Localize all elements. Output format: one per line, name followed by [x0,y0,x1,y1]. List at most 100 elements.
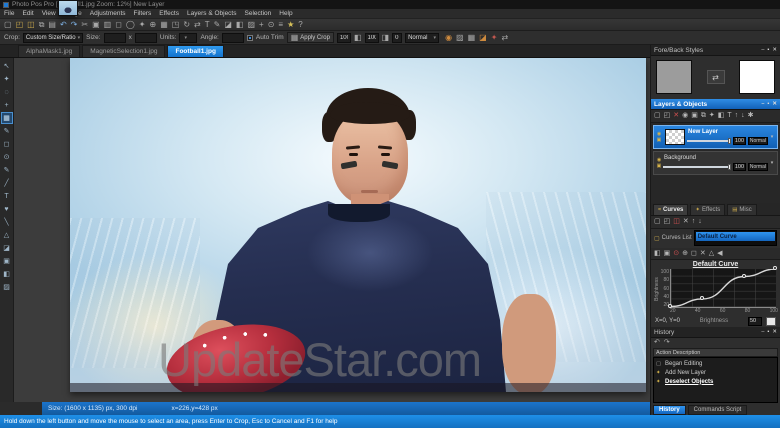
layer-settings-icon[interactable]: ✱ [748,112,754,120]
rotate-icon[interactable]: ↻ [183,20,190,29]
background-color-swatch[interactable] [739,60,775,94]
tab-misc[interactable]: ▤ Misc [727,204,757,215]
opacity-input-1[interactable] [336,32,351,43]
layer-blend-select[interactable]: Normal [747,137,768,145]
layer-opacity-slider[interactable] [663,164,731,170]
tab-effects[interactable]: ✦ Effects [690,204,726,215]
move-icon[interactable]: ⊕ [150,20,157,29]
duplicate-layer-icon[interactable]: ▣ [691,112,698,120]
history-item[interactable]: ✦ Add New Layer [656,368,775,377]
units-select[interactable]: ▾ [179,32,198,43]
layer-text-icon[interactable]: T [727,112,731,120]
save-all-icon[interactable]: ⧉ [39,20,45,29]
curves-list-item-selected[interactable]: Default Curve [695,232,775,242]
layer-options-button[interactable]: ▾ [768,134,776,140]
eraser-icon[interactable]: ◪ [224,20,232,29]
layer-options-button[interactable]: ▾ [768,160,776,166]
apply-crop-button[interactable]: ▦ Apply Crop [286,32,334,43]
layer-thumbnail[interactable] [665,129,685,145]
eraser-tool-icon[interactable]: ◪ [1,242,13,254]
line-tool-icon[interactable]: ╲ [1,216,13,228]
picker-icon[interactable]: ⊙ [673,250,679,258]
pencil-tool-icon[interactable]: ╱ [1,177,13,189]
layer-opacity-value[interactable] [732,137,746,145]
menu-item[interactable]: Selection [245,10,272,17]
opacity-icon[interactable]: ◧ [354,33,362,42]
lasso-tool-icon[interactable]: ◌ [1,86,13,98]
menu-item[interactable]: View [42,10,56,17]
eyedropper-tool-icon[interactable]: ✎ [1,125,13,137]
canvas-area[interactable]: UpdateStar.com [14,58,650,402]
delete-layer-icon[interactable]: ✕ [673,112,679,120]
panel-minimize-icon[interactable]: – [761,101,764,107]
panel-pin-icon[interactable]: ▪ [767,329,769,335]
fill-opacity-icon[interactable]: ◨ [382,33,390,42]
new-curve-icon[interactable]: ▢ [654,218,661,226]
magic-wand-icon[interactable]: ✦ [139,20,146,29]
panel-pin-icon[interactable]: ▪ [767,101,769,107]
gradient-icon[interactable]: ▨ [247,20,255,29]
crop-icon[interactable]: ▦ [160,20,168,29]
transform-icon[interactable]: ⇄ [501,33,508,42]
curve-plot[interactable] [668,266,777,308]
text-icon[interactable]: T [205,20,210,29]
zoom-icon[interactable]: ⊙ [268,20,275,29]
glow-icon[interactable]: ✦ [491,33,498,42]
show-layer-icon[interactable]: ◉ [682,112,688,120]
layer-row-new-layer[interactable]: ◉ ▣ New Layer Normal ▾ [653,125,778,149]
color-picker-icon[interactable]: + [259,20,264,29]
curve-point[interactable] [699,296,704,301]
history-redo-icon[interactable]: ↷ [664,339,670,347]
curve-point[interactable] [668,303,672,308]
panel-close-icon[interactable]: ✕ [772,47,777,53]
tab-commands-script[interactable]: Commands Script [687,405,748,415]
document-tab-football[interactable]: Football1.jpg [167,45,224,57]
polygon-tool-icon[interactable]: △ [1,229,13,241]
layer-mask-icon[interactable]: ◧ [718,112,725,120]
print-icon[interactable]: ▤ [48,20,56,29]
crop-preset-select[interactable]: Custom Size/Ratio ▾ [22,32,84,43]
stamp-icon[interactable]: ◉ [445,33,452,42]
texture-icon[interactable]: ▦ [468,33,476,42]
merge-layers-icon[interactable]: ⧉ [701,112,706,120]
magic-wand-tool-icon[interactable]: ✦ [1,73,13,85]
load-curve-icon[interactable]: ◰ [664,218,671,226]
add-point-icon[interactable]: ⊕ [682,250,688,258]
shapes-tool-icon[interactable]: ♥ [1,203,13,215]
size-height-input[interactable] [134,32,157,43]
move-layer-up-icon[interactable]: ↑ [735,112,739,120]
zoom-tool-icon[interactable]: ⊙ [1,151,13,163]
tab-curves[interactable]: ≈ Curves [653,204,689,215]
layer-row-background[interactable]: ◉ ▣ Background Normal ▾ [58,0,778,175]
layer-thumbnail[interactable] [58,0,78,16]
layer-opacity-value[interactable] [732,163,746,171]
curve-value-input[interactable] [748,316,762,326]
blend-mode-select[interactable]: Normal ▾ [405,32,440,43]
panel-minimize-icon[interactable]: – [761,47,764,53]
history-item[interactable]: ▢ Began Editing [656,359,775,368]
move-layer-down-icon[interactable]: ↓ [741,112,745,120]
layer-lock-icon[interactable]: ▣ [657,137,662,143]
paste-icon[interactable]: ▥ [104,20,112,29]
photo-football-player[interactable]: UpdateStar.com [70,58,646,392]
layer-lock-icon[interactable]: ▣ [657,163,662,169]
new-layer-icon[interactable]: ▢ [654,112,661,120]
curves-list[interactable]: Default Curve [693,230,777,247]
tab-history[interactable]: History [653,405,686,415]
undo-icon[interactable]: ↶ [60,20,67,29]
invert-icon[interactable]: ◀ [717,250,722,258]
select-rect-icon[interactable]: ◻ [115,20,122,29]
menu-item[interactable]: File [4,10,14,17]
layer-blend-select[interactable]: Normal [747,163,768,171]
curve-down-icon[interactable]: ↓ [698,218,702,226]
grid-icon[interactable]: ◻ [691,250,697,258]
angle-value-input[interactable] [392,32,403,43]
crop-tool-icon[interactable]: ▦ [0,112,13,124]
open-icon[interactable]: ◰ [16,20,24,29]
history-item-selected[interactable]: ✦ Deselect Objects [656,377,775,386]
flip-icon[interactable]: ⇄ [194,20,201,29]
menu-item[interactable]: Help [279,10,292,17]
brush-tool-icon[interactable]: ✎ [1,164,13,176]
redo-icon[interactable]: ↷ [71,20,78,29]
curve-up-icon[interactable]: ↑ [692,218,696,226]
